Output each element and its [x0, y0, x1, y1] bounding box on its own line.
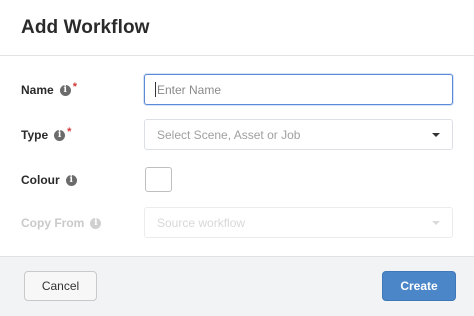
type-row: Type i * Select Scene, Asset or Job [0, 119, 474, 155]
dialog-footer: Cancel Create [0, 256, 474, 316]
copy-from-label: Copy From [21, 216, 85, 230]
type-select-placeholder: Select Scene, Asset or Job [157, 127, 301, 142]
add-workflow-dialog: Add Workflow Name i * Type i * Select Sc… [0, 0, 474, 316]
name-label: Name [21, 83, 54, 97]
colour-row: Colour i [0, 167, 474, 203]
copy-from-select: Source workflow [144, 207, 453, 238]
info-icon[interactable]: i [59, 84, 71, 96]
type-select[interactable]: Select Scene, Asset or Job [144, 119, 453, 150]
required-marker: * [67, 126, 72, 138]
required-marker: * [72, 81, 77, 93]
name-label-group: Name i * [21, 81, 77, 97]
type-label-group: Type i * [21, 126, 72, 142]
copy-from-placeholder: Source workflow [157, 215, 246, 230]
chevron-down-icon [432, 133, 440, 137]
copy-from-label-group: Copy From i [21, 216, 102, 230]
info-icon[interactable]: i [65, 174, 77, 186]
colour-label-group: Colour i [21, 173, 77, 187]
type-label: Type [21, 128, 49, 142]
text-caret [155, 82, 156, 97]
cancel-button[interactable]: Cancel [24, 271, 97, 301]
name-row: Name i * [0, 74, 474, 110]
info-icon: i [90, 217, 102, 229]
colour-swatch-button[interactable] [145, 167, 172, 192]
info-icon[interactable]: i [54, 129, 66, 141]
name-input[interactable] [144, 74, 453, 105]
copy-from-row: Copy From i Source workflow [0, 207, 474, 243]
create-button[interactable]: Create [382, 271, 456, 301]
chevron-down-icon [432, 221, 440, 225]
colour-label: Colour [21, 173, 60, 187]
dialog-header: Add Workflow [0, 0, 474, 56]
dialog-title: Add Workflow [21, 17, 150, 38]
